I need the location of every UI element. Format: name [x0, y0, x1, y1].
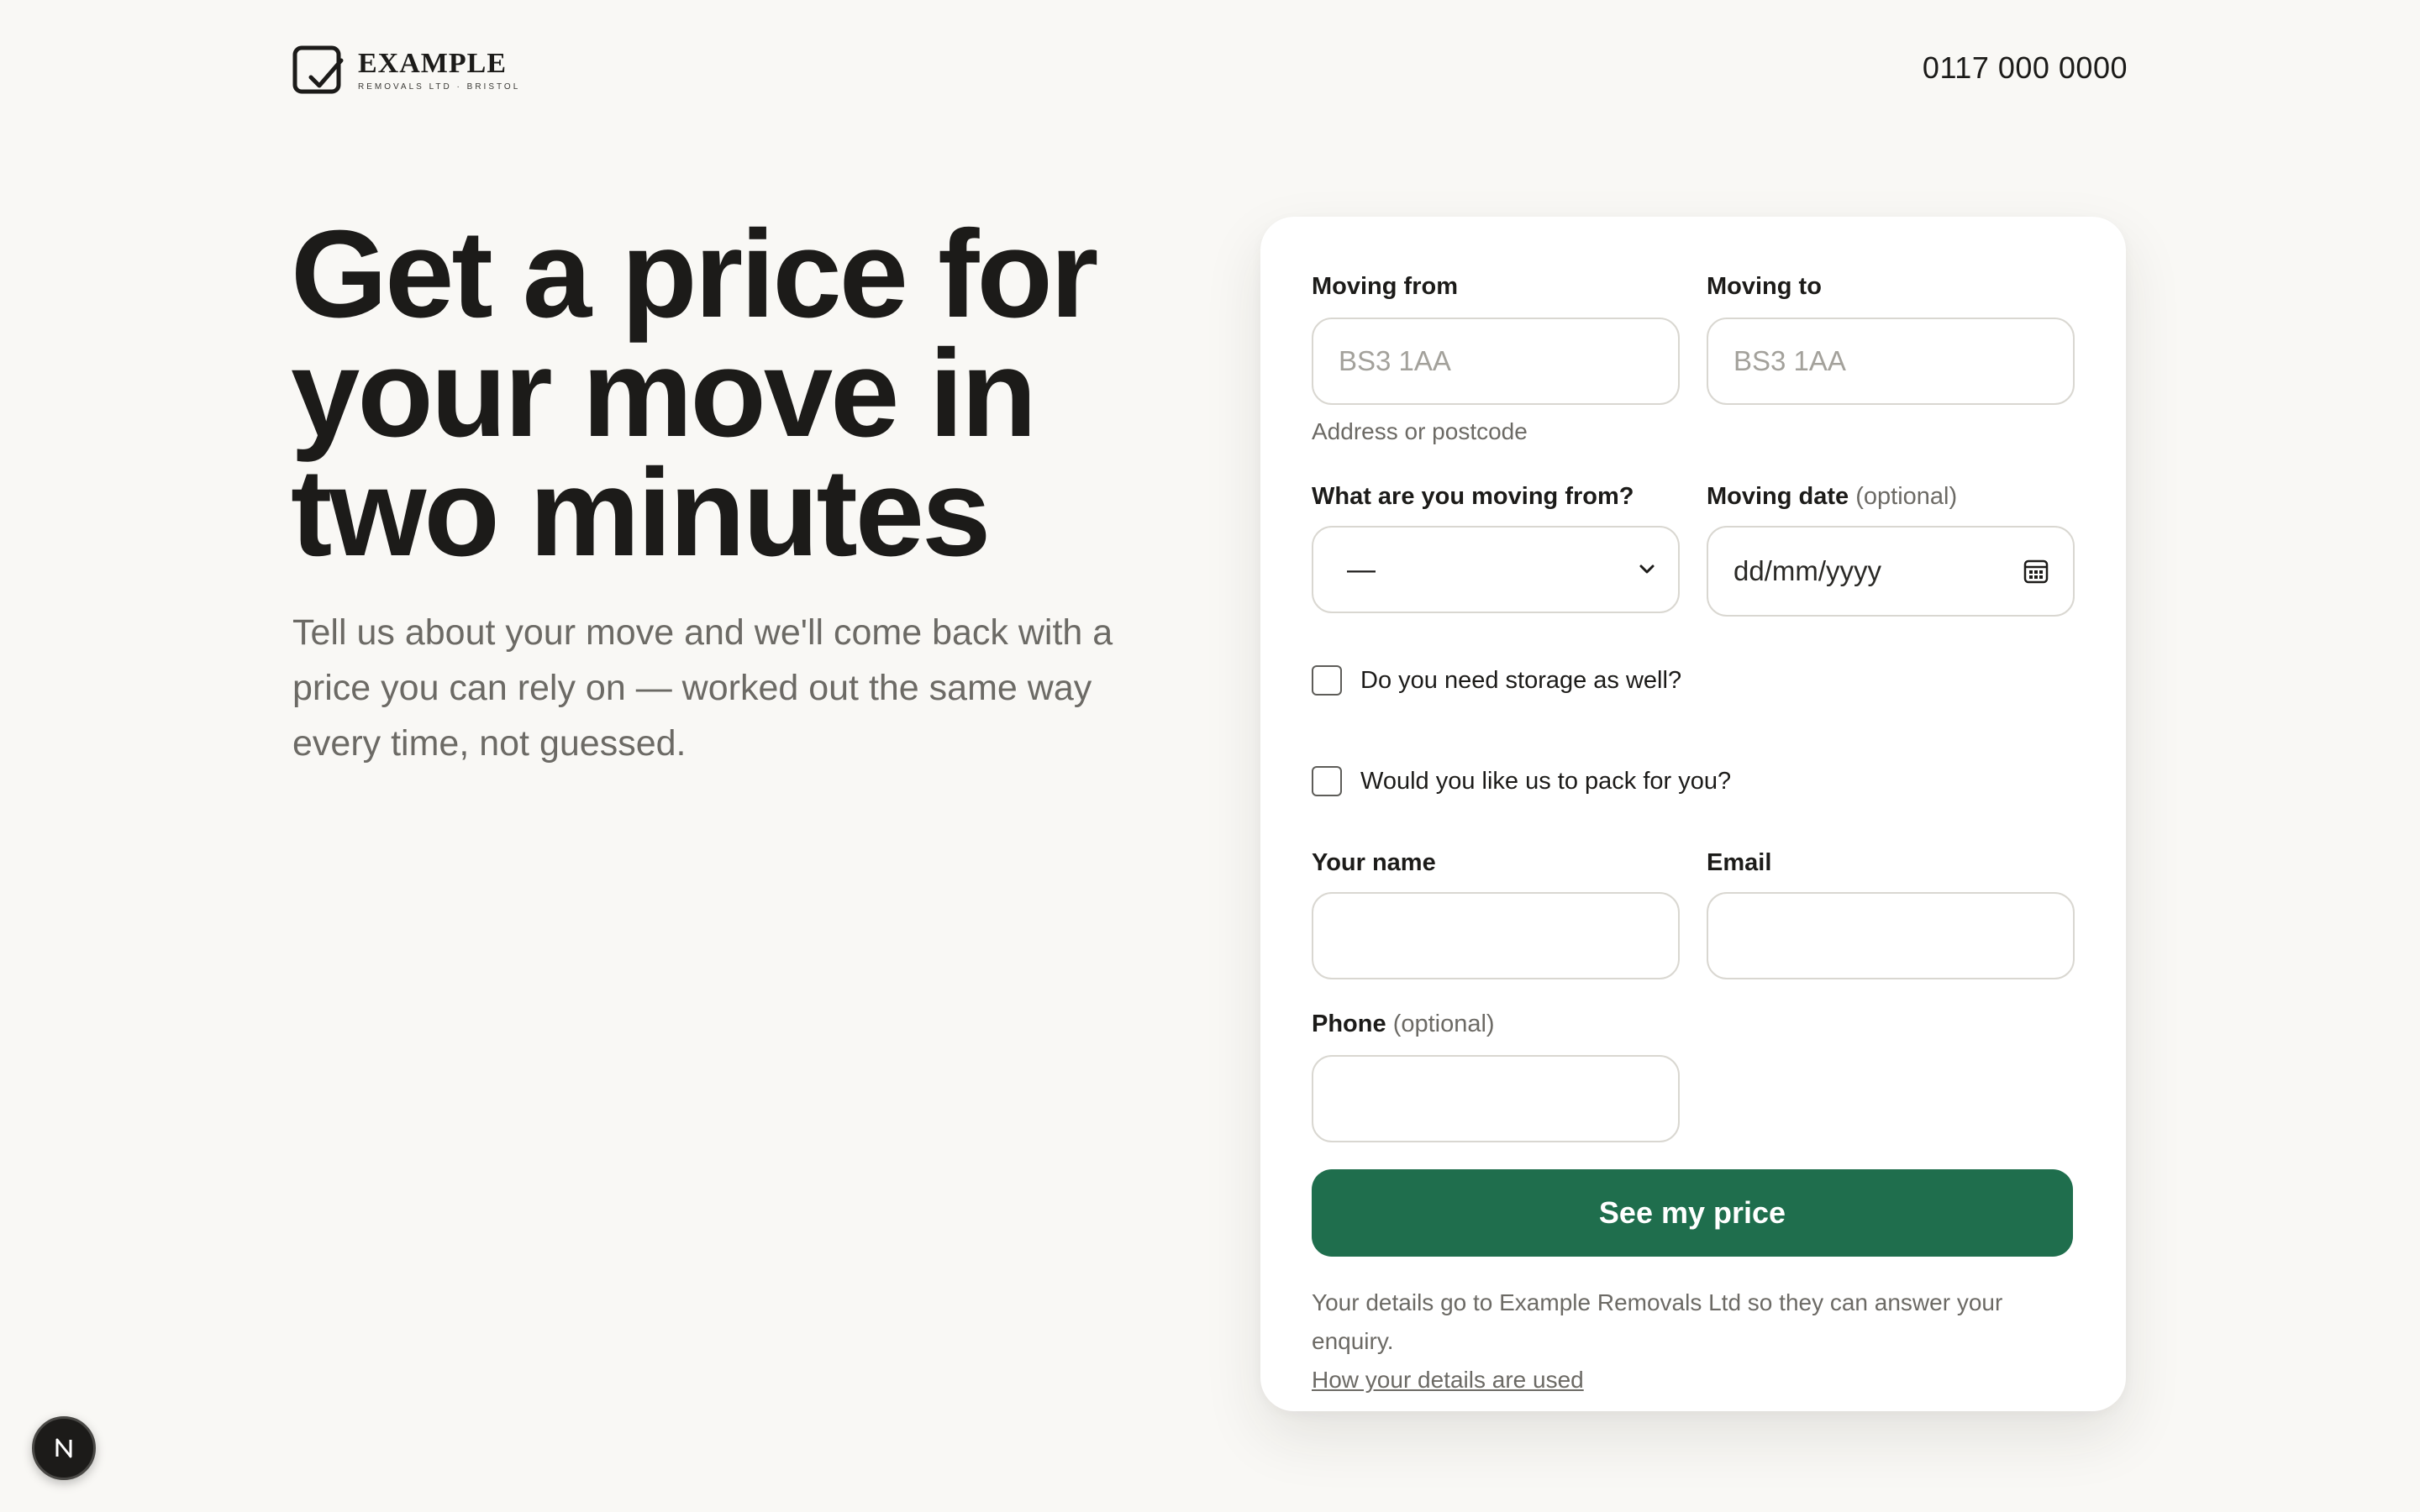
phone-input[interactable] [1312, 1055, 1680, 1142]
moving-date-label-text: Moving date [1707, 483, 1849, 510]
address-hint: Address or postcode [1312, 418, 1528, 444]
phone-label-text: Phone [1312, 1011, 1386, 1037]
phone-optional: (optional) [1392, 1011, 1495, 1037]
moving-date-placeholder: dd/mm/yyyy [1733, 555, 1882, 586]
n-logo-icon [55, 1438, 72, 1458]
storage-checkbox-label[interactable]: Do you need storage as well? [1360, 667, 1681, 695]
email-label: Email [1707, 849, 1772, 876]
property-type-selected: — [1347, 553, 1376, 585]
calendar-icon[interactable] [2023, 558, 2049, 585]
chevron-down-icon [1639, 564, 1655, 574]
moving-to-input[interactable] [1707, 318, 2075, 405]
brand-subtitle: REMOVALS LTD · BRISTOL [358, 82, 521, 92]
packing-checkbox-label[interactable]: Would you like us to pack for you? [1360, 768, 1731, 795]
name-label: Your name [1312, 849, 1436, 876]
phone-label: Phone (optional) [1312, 1010, 1495, 1038]
page: EXAMPLE REMOVALS LTD · BRISTOL 0117 000 … [0, 0, 2420, 1512]
see-my-price-button[interactable]: See my price [1312, 1169, 2073, 1257]
property-type-label: What are you moving from? [1312, 483, 1634, 510]
storage-checkbox[interactable] [1312, 665, 1342, 696]
privacy-disclaimer: Your details go to Example Removals Ltd … [1312, 1284, 2085, 1399]
logo-checkbox-icon [292, 45, 346, 96]
page-title: Get a price for your move in two minutes [291, 205, 1098, 582]
moving-from-input[interactable] [1312, 318, 1680, 405]
moving-to-label: Moving to [1707, 273, 1822, 300]
page-subtitle: Tell us about your move and we'll come b… [292, 612, 1113, 764]
property-type-select[interactable]: — [1312, 526, 1680, 613]
moving-date-label: Moving date (optional) [1707, 482, 1957, 511]
packing-option[interactable]: Would you like us to pack for you? [1312, 766, 1731, 796]
moving-from-label: Moving from [1312, 273, 1458, 300]
moving-date-optional: (optional) [1855, 483, 1958, 510]
email-input[interactable] [1707, 892, 2075, 979]
logo-text: EXAMPLE REMOVALS LTD · BRISTOL [358, 49, 520, 92]
header-phone-link[interactable]: 0117 000 0000 [1923, 50, 2128, 86]
packing-checkbox[interactable] [1312, 766, 1342, 796]
disclaimer-text: Your details go to Example Removals Ltd … [1312, 1289, 2003, 1354]
dev-tools-badge[interactable] [32, 1416, 96, 1480]
storage-option[interactable]: Do you need storage as well? [1312, 665, 1681, 696]
privacy-details-link[interactable]: How your details are used [1312, 1361, 2085, 1399]
moving-date-input[interactable]: dd/mm/yyyy [1707, 526, 2075, 617]
name-input[interactable] [1312, 892, 1680, 979]
quote-form-card: Moving from Moving to Address or postcod… [1260, 217, 2126, 1411]
brand-logo[interactable]: EXAMPLE REMOVALS LTD · BRISTOL [292, 45, 520, 96]
brand-name: EXAMPLE [358, 48, 507, 79]
